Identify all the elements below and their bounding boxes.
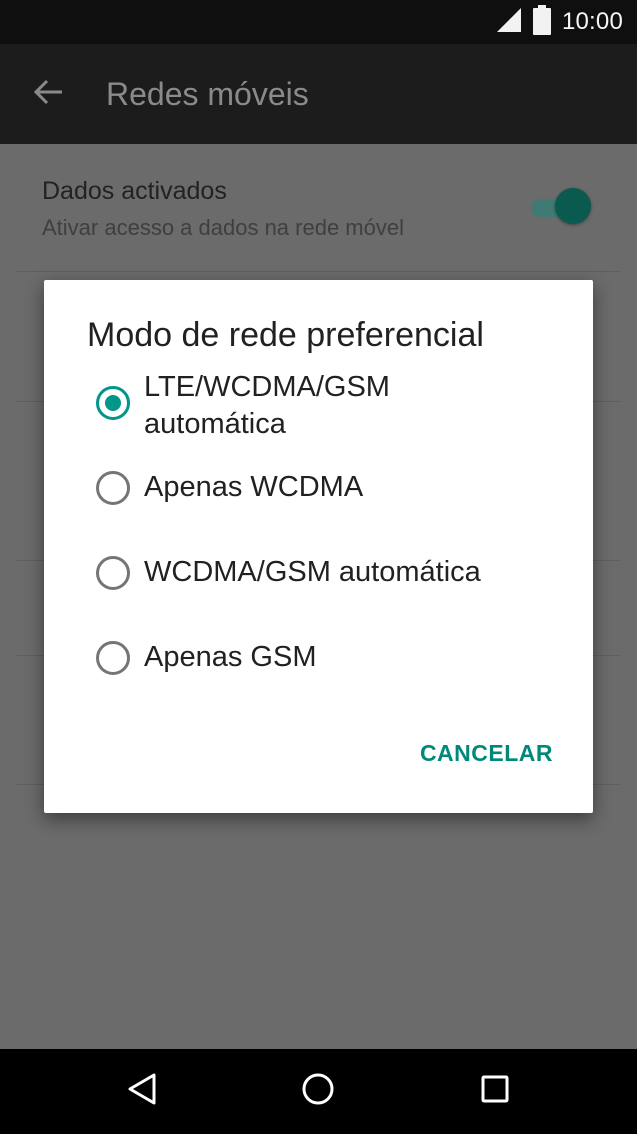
option-label-line2: automática	[144, 408, 286, 440]
screen: 10:00 Redes móveis Dados activados Ativa…	[0, 0, 637, 1134]
option-wcdma-only[interactable]: Apenas WCDMA	[94, 466, 573, 510]
home-circle-icon	[301, 1072, 335, 1111]
network-mode-dialog: Modo de rede preferencial LTE/WCDMA/GSM …	[44, 280, 593, 813]
toggle-thumb	[555, 188, 591, 224]
back-arrow-icon	[32, 76, 64, 113]
back-triangle-icon	[126, 1072, 158, 1111]
option-label: Apenas WCDMA	[144, 471, 364, 503]
app-bar: Redes móveis	[0, 44, 637, 144]
nav-recents-button[interactable]	[475, 1071, 515, 1111]
radio-unselected[interactable]	[96, 641, 130, 675]
back-button[interactable]	[26, 72, 70, 116]
option-label: Apenas GSM	[144, 641, 317, 673]
dialog-title: Modo de rede preferencial	[87, 316, 484, 354]
navigation-bar	[0, 1049, 637, 1134]
option-label-line1: LTE/WCDMA/GSM	[144, 371, 390, 403]
divider	[16, 271, 621, 272]
recents-square-icon	[480, 1074, 510, 1109]
radio-unselected[interactable]	[96, 471, 130, 505]
option-label: WCDMA/GSM automática	[144, 556, 481, 588]
radio-selected[interactable]	[96, 386, 130, 420]
option-lte-wcdma-gsm[interactable]: LTE/WCDMA/GSM automática	[94, 368, 573, 446]
signal-icon	[496, 7, 522, 38]
option-wcdma-gsm[interactable]: WCDMA/GSM automática	[94, 551, 573, 595]
page-title: Redes móveis	[106, 76, 309, 112]
mobile-data-toggle[interactable]	[527, 186, 591, 226]
setting-title: Dados activados	[42, 177, 227, 205]
battery-icon	[532, 4, 552, 40]
setting-item-mobile-data[interactable]: Dados activados Ativar acesso a dados na…	[0, 144, 637, 272]
setting-summary: Ativar acesso a dados na rede móvel	[42, 215, 404, 240]
status-icons: 10:00	[496, 0, 623, 44]
status-time: 10:00	[561, 8, 623, 35]
status-bar: 10:00	[0, 0, 637, 44]
radio-dot	[105, 395, 121, 411]
nav-back-button[interactable]	[122, 1071, 162, 1111]
option-gsm-only[interactable]: Apenas GSM	[94, 636, 573, 680]
cancel-button[interactable]: CANCELAR	[420, 740, 553, 767]
radio-unselected[interactable]	[96, 556, 130, 590]
nav-home-button[interactable]	[298, 1071, 338, 1111]
